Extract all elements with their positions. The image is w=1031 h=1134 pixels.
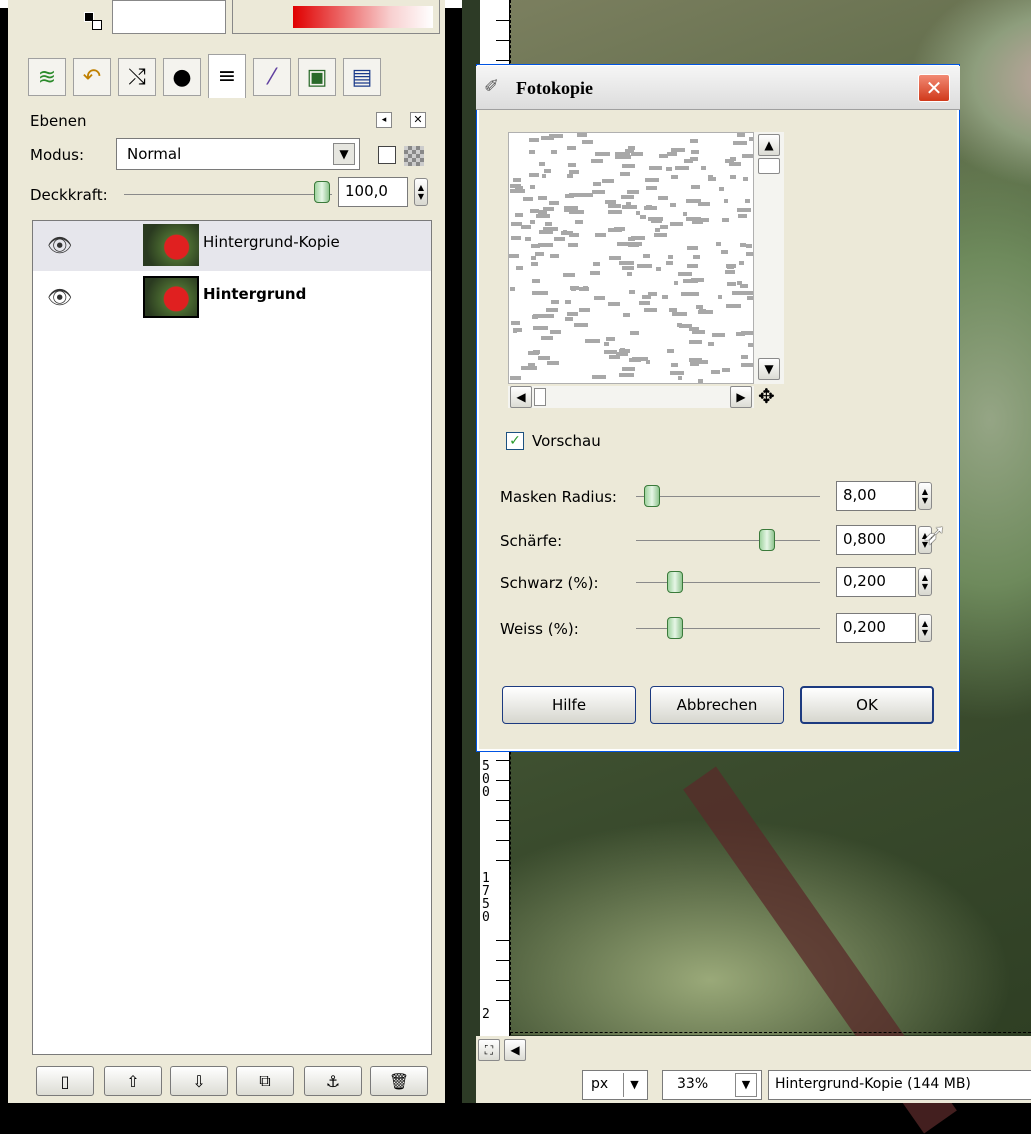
status-bar: px ▼ 33% ▼ Hintergrund-Kopie (144 MB) [476,1064,1031,1103]
param-label: Schwarz (%): [500,574,599,592]
param-label: Weiss (%): [500,620,579,638]
param-spin-button[interactable]: ▲ ▼ [918,482,932,510]
chevron-left-icon[interactable]: ◀ [504,1039,526,1061]
opacity-slider-knob[interactable] [314,181,330,203]
param-slider-track[interactable] [636,496,820,497]
raise-layer-icon[interactable]: ⇧ [104,1066,162,1096]
ok-button-label: OK [856,696,878,714]
mode-select[interactable]: Normal ▼ [116,138,360,170]
layer-actions-bar: ▯ ⇧ ⇩ ⧉ ⚓ 🗑 [28,1062,436,1100]
layers-icon[interactable]: ≋ [28,58,66,96]
preview-vscroll[interactable]: ▲ ▼ [754,132,784,384]
param-label: Schärfe: [500,532,563,550]
ruler-label: 5 0 0 [482,759,490,800]
mouse-cursor-icon: ➶ [922,517,948,552]
opacity-input[interactable]: 100,0 [338,177,408,207]
chevron-down-icon[interactable]: ▼ [623,1073,645,1097]
param-spin-button[interactable]: ▲ ▼ [918,614,932,642]
cancel-button-label: Abbrechen [676,696,758,714]
preview-checkbox[interactable]: ✓ [506,432,524,450]
unit-value: px [591,1076,609,1092]
layer-boundary [510,1032,1031,1033]
layer-row[interactable]: 👁 Hintergrund [33,273,431,323]
horizontal-scrollbar[interactable]: ⛶ ◀ [476,1036,1031,1064]
param-label: Masken Radius: [500,488,617,506]
chevron-down-icon[interactable]: ▼ [735,1073,757,1097]
move-icon[interactable]: ✥ [758,386,775,406]
eye-icon[interactable]: 👁 [47,285,72,309]
channels-icon[interactable]: ● [163,58,201,96]
layer-name[interactable]: Hintergrund-Kopie [203,233,340,251]
preview-image[interactable] [508,132,754,384]
filter-icon: ✐ [484,76,500,97]
brush-icon[interactable]: ⁄ [253,58,291,96]
param-input[interactable]: 0,200 [836,567,916,597]
dialog-titlebar[interactable]: ✐ Fotokopie [476,66,960,110]
panel-menu-icon[interactable]: ◂ [376,112,392,128]
lock-alpha-checkbox[interactable] [378,146,396,164]
eye-icon[interactable]: 👁 [47,233,72,257]
unit-select[interactable]: px ▼ [582,1070,648,1100]
new-layer-icon[interactable]: ▯ [36,1066,94,1096]
alpha-icon [404,146,424,166]
layer-row[interactable]: 👁 Hintergrund-Kopie [33,221,431,271]
panel-close-icon[interactable]: ✕ [410,112,426,128]
mode-value: Normal [127,145,182,163]
chevron-left-icon[interactable]: ◀ [510,386,532,408]
param-input[interactable]: 0,800 [836,525,916,555]
param-input[interactable]: 8,00 [836,481,916,511]
duplicate-layer-icon[interactable]: ⧉ [236,1066,294,1096]
undo-icon[interactable]: ↶ [73,58,111,96]
chevron-down-icon[interactable]: ▼ [758,358,780,380]
param-slider-knob[interactable] [666,617,683,639]
chevron-up-icon[interactable]: ▲ [758,134,780,156]
close-icon[interactable]: ✕ [918,74,950,102]
zoom-select[interactable]: 33% ▼ [662,1070,762,1100]
delete-layer-icon[interactable]: 🗑 [370,1066,428,1096]
dock-tab-bar: ≋ ↶ ⤭ ● ≡ ⁄ ▣ ▤ [28,54,436,98]
layer-thumbnail [143,224,199,266]
histogram-icon[interactable]: ▤ [343,58,381,96]
zoom-value: 33% [677,1076,709,1092]
layer-thumbnail [143,276,199,318]
dialog-title: Fotokopie [516,78,594,98]
layer-info: Hintergrund-Kopie (144 MB) [768,1070,1031,1100]
mode-label: Modus: [30,146,85,164]
fg-bg-color-icon[interactable] [80,0,114,34]
param-slider-track[interactable] [636,628,820,629]
paths-icon[interactable]: ⤭ [118,58,156,96]
chevron-down-icon[interactable]: ▼ [333,143,355,165]
opacity-label: Deckkraft: [30,186,108,204]
cancel-button[interactable]: Abbrechen [650,686,784,724]
param-slider-knob[interactable] [643,485,660,507]
param-slider-knob[interactable] [666,571,683,593]
ok-button[interactable]: OK [800,686,934,724]
layers-stack-icon[interactable]: ≡ [208,54,246,98]
layer-info-text: Hintergrund-Kopie (144 MB) [775,1076,971,1092]
preview-hscroll[interactable]: ◀ ▶ [508,386,754,408]
navigate-icon[interactable]: ⛶ [478,1039,500,1061]
gradient-preview[interactable] [232,0,440,34]
layer-name[interactable]: Hintergrund [203,285,306,303]
param-input[interactable]: 0,200 [836,613,916,643]
brush-preview[interactable] [112,0,226,34]
opacity-slider-track[interactable] [124,194,332,195]
preview-label[interactable]: Vorschau [532,432,601,450]
layers-list: 👁 Hintergrund-Kopie 👁 Hintergrund [32,220,432,1055]
opacity-spin-button[interactable]: ▲ ▼ [414,178,428,206]
param-slider-track[interactable] [636,540,820,541]
image-icon[interactable]: ▣ [298,58,336,96]
param-slider-track[interactable] [636,582,820,583]
help-button[interactable]: Hilfe [502,686,636,724]
lower-layer-icon[interactable]: ⇩ [170,1066,228,1096]
anchor-layer-icon[interactable]: ⚓ [304,1066,362,1096]
chevron-right-icon[interactable]: ▶ [730,386,752,408]
help-button-label: Hilfe [551,696,587,714]
panel-title: Ebenen [30,112,87,130]
param-spin-button[interactable]: ▲ ▼ [918,568,932,596]
param-slider-knob[interactable] [759,529,776,551]
ruler-label: 1 7 5 0 [482,871,490,925]
ruler-label: 2 [482,1007,490,1022]
